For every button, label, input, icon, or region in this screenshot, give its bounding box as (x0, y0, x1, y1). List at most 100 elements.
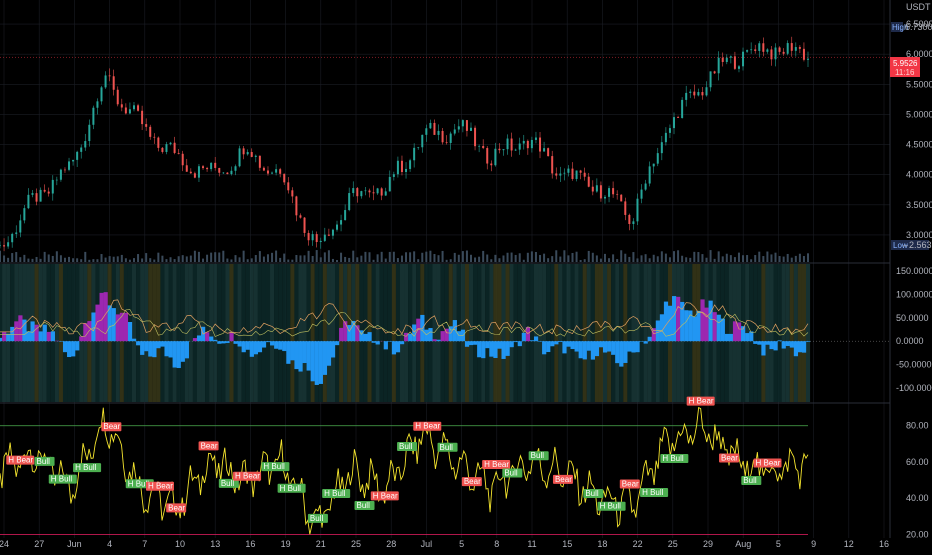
osc-tick: -50.0000 (896, 360, 932, 370)
osc-bar (83, 323, 87, 341)
volume-bar (72, 258, 74, 262)
rsi-tick: 80.00 (906, 421, 929, 431)
candle-body (446, 142, 448, 143)
osc-bar (579, 341, 583, 358)
volume-bar (616, 259, 618, 262)
osc-bar (473, 341, 477, 345)
candle-body (52, 180, 54, 194)
volume-bar (620, 250, 622, 262)
volume-bar (117, 256, 119, 262)
label-text: Bull (531, 451, 545, 460)
candle-body (722, 58, 724, 62)
volume-bar (738, 253, 740, 262)
candle-body (527, 141, 529, 148)
osc-bar (315, 341, 319, 385)
candle-body (775, 48, 777, 60)
candle-body (641, 190, 643, 199)
candle-body (56, 180, 58, 181)
osc-bar (144, 341, 148, 351)
volume-bar (279, 258, 281, 262)
volume-bar (450, 259, 452, 262)
bg-stripe (806, 264, 810, 402)
osc-bar (303, 341, 307, 363)
candle-body (368, 191, 370, 193)
volume-bar (604, 254, 606, 262)
volume-bar (44, 252, 46, 262)
time-tick: 8 (494, 539, 499, 549)
volume-bar (251, 258, 253, 262)
volume-bar (681, 256, 683, 262)
osc-bar (704, 308, 708, 342)
osc-bar (648, 337, 652, 341)
price-tick: 4.5000 (906, 140, 932, 150)
osc-bar (262, 341, 266, 347)
osc-bar (156, 341, 160, 348)
bull-label: Bull (397, 442, 417, 451)
candle-body (121, 104, 123, 107)
volume-bar (3, 255, 5, 262)
volume-bar (247, 259, 249, 262)
osc-bar (221, 341, 225, 343)
osc-bar (367, 332, 371, 341)
chart-canvas[interactable]: H BearBullH BullH BullBearH BullH BearBe… (0, 0, 932, 550)
bear-label: Bear (553, 475, 573, 484)
candle-body (555, 173, 557, 175)
osc-bar (148, 341, 152, 356)
bull-label: Bull (741, 476, 761, 485)
svg-text:11:16: 11:16 (895, 68, 915, 77)
time-tick: 5 (776, 539, 781, 549)
bg-stripe (307, 264, 311, 402)
candle-body (125, 108, 127, 114)
candle-body (714, 71, 716, 73)
osc-bar (684, 310, 688, 341)
volume-bar (502, 255, 504, 262)
volume-bar (389, 252, 391, 262)
candle-body (109, 75, 111, 76)
price-tick: 5.0000 (906, 109, 932, 119)
osc-bar (266, 341, 270, 342)
volume-bar (454, 253, 456, 262)
osc-bar (599, 341, 603, 347)
volume-bar (673, 251, 675, 262)
volume-bar (766, 252, 768, 262)
bear-label: Bear (101, 422, 121, 431)
candle-body (661, 142, 663, 153)
osc-bar (700, 299, 704, 341)
osc-bar (692, 316, 696, 341)
candle-body (535, 138, 537, 140)
osc-bar (733, 321, 737, 341)
candle-body (137, 105, 139, 110)
candle-body (442, 131, 444, 142)
osc-bar (47, 332, 51, 341)
candle-body (31, 193, 33, 195)
osc-bar (323, 341, 327, 375)
candle-body (413, 148, 415, 160)
bull-label: H Bull (640, 488, 668, 497)
candle-body (88, 125, 90, 141)
candle-body (478, 146, 480, 147)
candle-body (612, 188, 614, 194)
osc-bar (396, 341, 400, 352)
rsi-tick: 40.00 (906, 493, 929, 503)
volume-bar (287, 260, 289, 262)
osc-bar (725, 334, 729, 341)
volume-bar (19, 257, 21, 262)
volume-bar (259, 251, 261, 262)
bg-stripe (258, 264, 262, 402)
osc-bar (514, 341, 518, 342)
candle-body (101, 87, 103, 101)
volume-bar (770, 254, 772, 262)
volume-bar (60, 255, 62, 262)
candle-body (405, 169, 407, 172)
label-text: H Bear (235, 472, 260, 481)
osc-bar (721, 319, 725, 342)
time-tick: Aug (735, 539, 751, 549)
svg-text:2.5637: 2.5637 (909, 240, 932, 250)
volume-bar (125, 258, 127, 262)
volume-bar (283, 254, 285, 262)
bg-stripe (152, 264, 156, 402)
candle-body (572, 169, 574, 179)
osc-bar (485, 341, 489, 348)
bg-stripe (615, 264, 619, 402)
candle-body (458, 126, 460, 129)
